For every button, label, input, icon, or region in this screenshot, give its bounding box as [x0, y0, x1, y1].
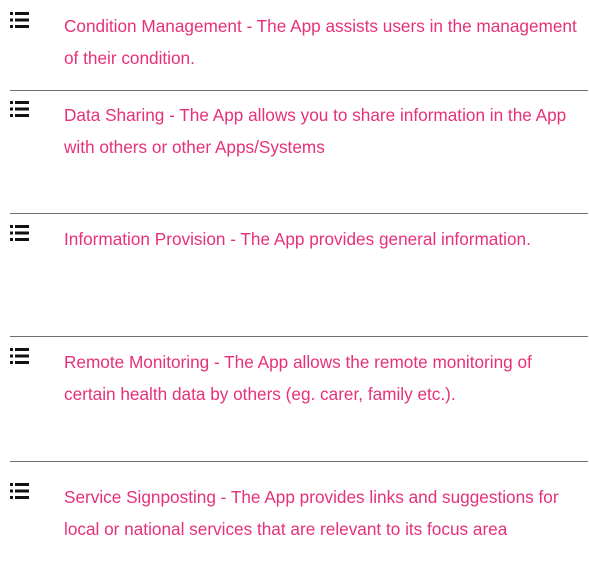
feature-item-text: Service Signposting - The App provides l… [64, 487, 559, 539]
list-icon [10, 12, 29, 28]
list-icon [10, 225, 29, 241]
feature-item-text: Data Sharing - The App allows you to sha… [64, 105, 567, 157]
divider [10, 90, 588, 91]
divider [10, 461, 588, 462]
list-icon [10, 101, 29, 117]
feature-item-text: Remote Monitoring - The App allows the r… [64, 352, 532, 404]
feature-item-text: Condition Management - The App assists u… [64, 16, 577, 68]
divider [10, 336, 588, 337]
list-icon [10, 483, 29, 499]
feature-item-text: Information Provision - The App provides… [64, 229, 531, 249]
divider [10, 213, 588, 214]
list-icon [10, 348, 29, 364]
